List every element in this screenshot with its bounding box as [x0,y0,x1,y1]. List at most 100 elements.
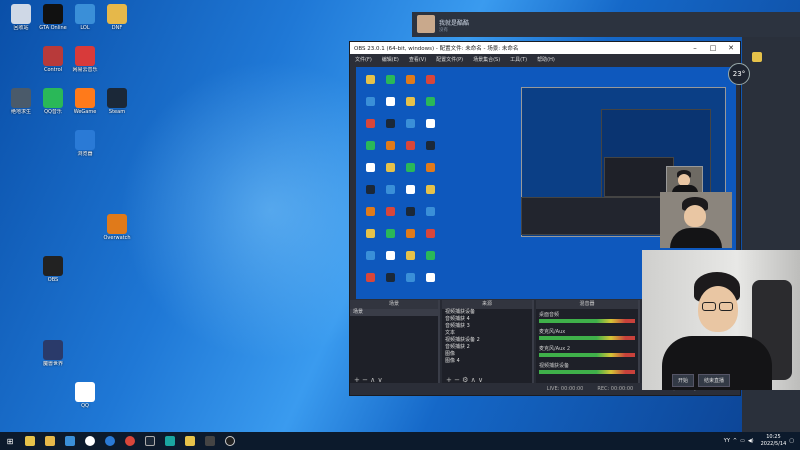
preview-desktop-icon [386,207,395,216]
desktop-icon-label: 浏览器 [77,151,93,157]
desktop-icon[interactable]: Control [36,46,70,79]
desktop-icon-label: 回收站 [13,25,29,31]
preview-desktop-icon [386,119,395,128]
obs-menu-item[interactable]: 编辑(E) [382,56,399,63]
desktop-icon[interactable]: Steam [100,88,134,121]
obs-menu-item[interactable]: 工具(T) [510,56,527,63]
source-item[interactable]: 音频捕获 3 [442,323,532,330]
mixer-channel[interactable]: 麦克风/Aux [536,326,638,343]
preview-desktop-icon [366,119,375,128]
desktop-icon-area: 回收站 GTA Online LOL DNF Control 网易云音乐绝地求生 Steam… [0,0,165,432]
app-yellow-icon[interactable] [180,432,200,450]
preview-desktop-icon [426,207,435,216]
desktop-icon-label: 网易云音乐 [72,67,98,73]
taskbar: ⊞ YY ^ ▭ ◀) 10:25 2022/5/14 ▢ [0,432,800,450]
preview-desktop-icon [426,251,435,260]
source-item[interactable]: 图像 [442,351,532,358]
mixer-channel[interactable]: 视频捕获设备 [536,360,638,377]
source-item[interactable]: 文本 [442,330,532,337]
preview-desktop-icon [426,141,435,150]
desktop-icon[interactable]: GTA Online [36,4,70,37]
desktop-icon[interactable]: 魔兽世界 [36,340,70,373]
app-icon [43,256,63,276]
desktop-icon[interactable]: 浏览器 [68,130,102,163]
obs-menu-item[interactable]: 查看(V) [409,56,426,63]
preview-desktop-icon [386,229,395,238]
desktop-icon-label: WeGame [73,109,97,115]
scene-item[interactable]: 场景 [350,309,438,316]
source-item[interactable]: 视频捕获设备 2 [442,337,532,344]
app-red-icon[interactable] [120,432,140,450]
obs-menu-item[interactable]: 帮助(H) [537,56,555,63]
clock[interactable]: 10:25 2022/5/14 [761,434,787,448]
volume-icon[interactable]: ◀) [748,438,754,444]
notification-icon[interactable]: ▢ [789,438,794,444]
preview-desktop-icon [426,97,435,106]
preview-desktop-icon [426,229,435,238]
webcam-main [642,250,800,390]
close-icon[interactable]: ✕ [722,44,740,52]
app-dark-icon[interactable] [200,432,220,450]
app-icon [43,4,63,24]
desktop-icon[interactable]: 绝地求生 [4,88,38,121]
start-button[interactable]: 开始 [672,374,695,387]
network-icon[interactable]: ▭ [740,438,745,444]
app-icon [75,4,95,24]
obs-title: OBS 23.0.1 (64-bit, windows) - 配置文件: 未命名… [354,46,519,52]
desktop-icon-label: GTA Online [39,25,67,31]
stream-header: 我就是酷酷 没有 [412,12,800,37]
maximize-icon[interactable]: □ [704,44,722,52]
app-icon [43,46,63,66]
preview-desktop-icon [406,273,415,282]
desktop-icon[interactable]: DNF [100,4,134,37]
minimize-icon[interactable]: – [686,44,704,52]
streamer-avatar[interactable] [417,15,435,33]
mixer-dock: 混音器 桌面音频 麦克风/Aux 麦克风/Aux 2 视频捕获设备 [536,300,640,385]
preview-desktop-icon [366,273,375,282]
desktop-icon[interactable]: LOL [68,4,102,37]
preview-desktop-icon [386,75,395,84]
obs-taskbar-icon[interactable] [220,432,240,450]
desktop-icon[interactable]: QQ [68,382,102,415]
desktop-icon-label: OBS [47,277,59,283]
desktop-icon[interactable]: 回收站 [4,4,38,37]
desktop-icon[interactable]: OBS [36,256,70,289]
preview-desktop-icon [406,229,415,238]
side-gift-icon[interactable] [752,52,762,62]
obs-title-bar[interactable]: OBS 23.0.1 (64-bit, windows) - 配置文件: 未命名… [350,42,740,54]
obs-menu-item[interactable]: 文件(F) [355,56,372,63]
source-item[interactable]: 视频捕获设备 [442,309,532,316]
folder-icon[interactable] [40,432,60,450]
qq-icon[interactable] [80,432,100,450]
preview-desktop-icon [366,229,375,238]
browser-icon[interactable] [100,432,120,450]
source-item[interactable]: 图像 4 [442,358,532,365]
mixer-channel[interactable]: 桌面音频 [536,309,638,326]
status-live: LIVE: 00:00:00 [546,386,584,392]
streamer-subtitle: 没有 [439,28,448,33]
obs-menu-item[interactable]: 场景集合(S) [473,56,500,63]
preview-desktop-icon [366,185,375,194]
mixer-channel-label: 麦克风/Aux [539,329,566,335]
desktop-icon[interactable]: 网易云音乐 [68,46,102,79]
end-live-button[interactable]: 结束直播 [698,374,731,387]
desktop-icon[interactable]: QQ音乐 [36,88,70,121]
obs-menu-item[interactable]: 配置文件(P) [436,56,463,63]
windows-icon[interactable]: ⊞ [0,432,20,450]
mixer-channel[interactable]: 麦克风/Aux 2 [536,343,638,360]
app-teal-icon[interactable] [160,432,180,450]
desktop-icon[interactable]: WeGame [68,88,102,121]
mixer-channel-label: 麦克风/Aux 2 [539,346,571,352]
steam-icon[interactable] [140,432,160,450]
chevron-up-icon[interactable]: ^ [733,438,737,444]
source-item[interactable]: 音频捕获 4 [442,316,532,323]
obs-menu-bar: 文件(F) 编辑(E) 查看(V) 配置文件(P) 场景集合(S) 工具(T) 帮助(H) [350,54,740,64]
tray-label[interactable]: YY [724,438,730,444]
scenes-dock: 场景 场景 + − ∧ ∨ [350,300,440,385]
app-icon [107,4,127,24]
desktop-icon[interactable]: Overwatch [100,214,134,247]
file-explorer-icon[interactable] [20,432,40,450]
desktop-icon-label: LOL [80,25,90,31]
source-item[interactable]: 音频捕获 2 [442,344,532,351]
photos-icon[interactable] [60,432,80,450]
